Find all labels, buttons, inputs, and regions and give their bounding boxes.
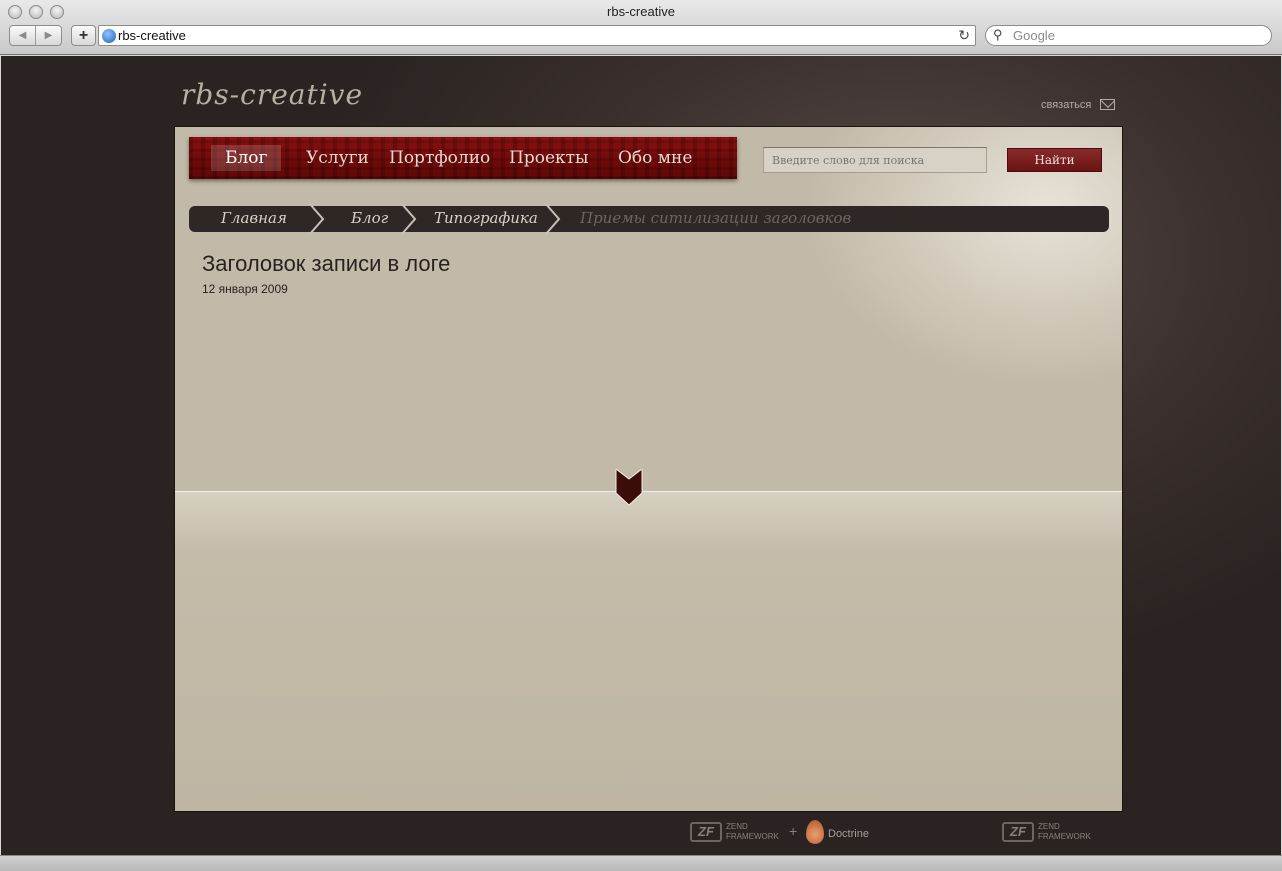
browser-search-placeholder: Google	[1013, 28, 1055, 43]
post-date: 12 января 2009	[202, 282, 288, 296]
forward-button[interactable]: ▶	[35, 26, 61, 45]
breadcrumb-current: Приемы ситилизации заголовков	[580, 209, 852, 227]
contact-link[interactable]: связаться	[1041, 99, 1091, 111]
nav-item-about[interactable]: Обо мне	[604, 145, 706, 171]
post-title[interactable]: Заголовок записи в логе	[202, 251, 450, 277]
zend-framework-logo-right[interactable]: ZF ZEND FRAMEWORK	[1002, 822, 1091, 842]
zend-framework-logo[interactable]: ZF ZEND FRAMEWORK	[690, 822, 779, 842]
mail-icon[interactable]	[1100, 99, 1115, 110]
zf-logo-line1: ZEND	[726, 822, 748, 831]
nav-item-services[interactable]: Услуги	[292, 145, 383, 171]
zf-logo-icon: ZF	[690, 822, 722, 842]
nav-item-portfolio[interactable]: Портфолио	[375, 145, 504, 171]
breadcrumb-separator-icon	[400, 203, 417, 235]
lower-content-area	[175, 491, 1122, 811]
zf-logo-icon: ZF	[1002, 822, 1034, 842]
zf-logo-line2: FRAMEWORK	[726, 832, 779, 841]
breadcrumb-blog[interactable]: Блог	[351, 209, 388, 227]
window-title: rbs-creative	[607, 4, 675, 19]
globe-icon	[102, 29, 116, 43]
chevron-down-icon[interactable]	[615, 469, 643, 507]
breadcrumb-separator-icon	[544, 203, 561, 235]
browser-statusbar	[0, 855, 1282, 871]
nav-item-blog[interactable]: Блог	[211, 145, 282, 171]
nav-item-projects[interactable]: Проекты	[495, 145, 603, 171]
plus-sign: +	[789, 823, 798, 839]
history-buttons: ◀ ▶	[9, 25, 62, 46]
breadcrumb-separator-icon	[308, 203, 325, 235]
back-button[interactable]: ◀	[10, 26, 35, 45]
web-page: rbs-creative связаться Блог Услуги Портф…	[1, 56, 1281, 855]
browser-titlebar: rbs-creative ◀ ▶ + rbs-creative ↻ ⚲ Goog…	[0, 0, 1282, 55]
browser-search-field[interactable]: ⚲ Google	[985, 25, 1272, 46]
breadcrumb: Главная Блог Типографика Приемы ситилиза…	[189, 203, 1109, 235]
reload-icon[interactable]: ↻	[958, 27, 970, 44]
add-bookmark-button[interactable]: +	[71, 25, 96, 46]
content-panel: Блог Услуги Портфолио Проекты Обо мне На…	[174, 126, 1123, 812]
main-navigation: Блог Услуги Портфолио Проекты Обо мне	[189, 137, 737, 179]
search-button[interactable]: Найти	[1007, 148, 1102, 172]
zf-logo-line1: ZEND	[1038, 822, 1060, 831]
breadcrumb-typography[interactable]: Типографика	[434, 209, 538, 227]
doctrine-label[interactable]: Doctrine	[828, 828, 869, 840]
doctrine-logo-icon[interactable]	[806, 820, 824, 844]
breadcrumb-home[interactable]: Главная	[221, 209, 287, 227]
url-text[interactable]: rbs-creative	[118, 28, 186, 43]
site-logo[interactable]: rbs-creative	[181, 78, 363, 111]
magnifier-icon: ⚲	[993, 27, 1003, 42]
address-bar[interactable]: rbs-creative ↻	[98, 25, 976, 46]
zf-logo-line2: FRAMEWORK	[1038, 832, 1091, 841]
site-search-input[interactable]	[763, 147, 987, 173]
